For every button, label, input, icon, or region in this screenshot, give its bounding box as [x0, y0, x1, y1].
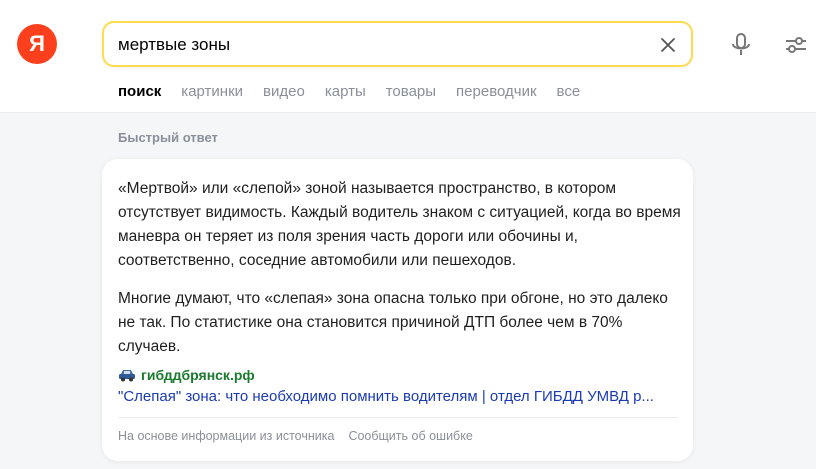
- source-title-link[interactable]: "Слепая" зона: что необходимо помнить во…: [118, 388, 680, 405]
- search-input[interactable]: [118, 33, 638, 57]
- answer-paragraph: Многие думают, что «слепая» зона опасна …: [118, 290, 668, 355]
- search-box: [102, 21, 693, 67]
- microphone-icon: [732, 33, 750, 55]
- tab-products[interactable]: товары: [386, 83, 436, 100]
- source-domain[interactable]: гибддбрянск.рф: [141, 367, 255, 383]
- source-link[interactable]: гибддбрянск.рф: [118, 365, 255, 385]
- report-error-link[interactable]: Сообщить об ошибке: [348, 429, 472, 443]
- logo-letter: Я: [29, 31, 45, 56]
- clear-button[interactable]: [655, 32, 681, 58]
- header: Я поиск картинки видео карты товары пере…: [0, 0, 816, 113]
- based-on-source-link[interactable]: На основе информации из источника: [118, 429, 334, 443]
- tab-maps[interactable]: карты: [325, 83, 366, 100]
- search-tabs: поиск картинки видео карты товары перево…: [118, 80, 580, 102]
- sliders-icon: [786, 37, 806, 53]
- close-icon: [661, 38, 675, 52]
- tab-video[interactable]: видео: [263, 83, 305, 100]
- divider: [118, 417, 678, 418]
- voice-search-button[interactable]: [728, 31, 754, 59]
- search-settings-button[interactable]: [783, 31, 809, 59]
- tab-images[interactable]: картинки: [181, 83, 243, 100]
- tab-all[interactable]: все: [557, 83, 581, 100]
- tab-translator[interactable]: переводчик: [456, 83, 536, 100]
- answer-paragraph: «Мертвой» или «слепой» зоной называется …: [118, 180, 681, 269]
- yandex-logo[interactable]: Я: [17, 24, 57, 64]
- answer-footer: На основе информации из источника Сообщи…: [118, 429, 473, 443]
- quick-answer-card: «Мертвой» или «слепой» зоной называется …: [102, 159, 693, 461]
- tab-search[interactable]: поиск: [118, 83, 161, 100]
- car-icon: [119, 370, 135, 382]
- quick-answer-title: Быстрый ответ: [118, 130, 218, 145]
